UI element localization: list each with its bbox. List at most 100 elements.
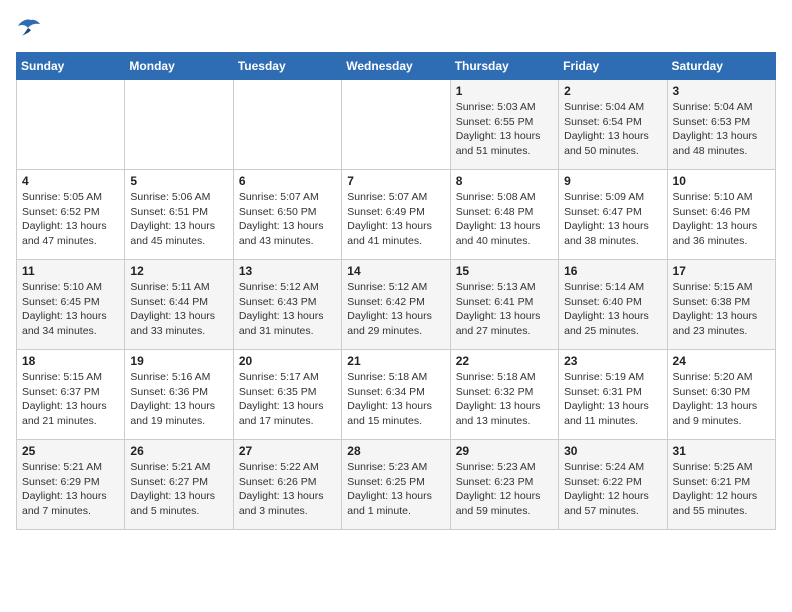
- column-header-saturday: Saturday: [667, 53, 775, 80]
- day-info: Sunrise: 5:03 AM Sunset: 6:55 PM Dayligh…: [456, 100, 553, 159]
- day-number: 6: [239, 174, 336, 188]
- day-info: Sunrise: 5:10 AM Sunset: 6:46 PM Dayligh…: [673, 190, 770, 249]
- day-info: Sunrise: 5:05 AM Sunset: 6:52 PM Dayligh…: [22, 190, 119, 249]
- calendar-cell: [17, 80, 125, 170]
- calendar-cell: 12Sunrise: 5:11 AM Sunset: 6:44 PM Dayli…: [125, 260, 233, 350]
- page-header: [16, 16, 776, 40]
- day-number: 9: [564, 174, 661, 188]
- day-number: 25: [22, 444, 119, 458]
- day-info: Sunrise: 5:10 AM Sunset: 6:45 PM Dayligh…: [22, 280, 119, 339]
- day-info: Sunrise: 5:12 AM Sunset: 6:43 PM Dayligh…: [239, 280, 336, 339]
- day-info: Sunrise: 5:22 AM Sunset: 6:26 PM Dayligh…: [239, 460, 336, 519]
- calendar-cell: 26Sunrise: 5:21 AM Sunset: 6:27 PM Dayli…: [125, 440, 233, 530]
- calendar-cell: 4 Sunrise: 5:05 AM Sunset: 6:52 PM Daylig…: [17, 170, 125, 260]
- calendar-cell: 29 Sunrise: 5:23 AM Sunset: 6:23 PM Dayli…: [450, 440, 558, 530]
- day-number: 30: [564, 444, 661, 458]
- logo-icon: [16, 16, 46, 40]
- calendar-cell: 14 Sunrise: 5:12 AM Sunset: 6:42 PM Dayli…: [342, 260, 450, 350]
- day-info: Sunrise: 5:07 AM Sunset: 6:49 PM Dayligh…: [347, 190, 444, 249]
- day-info: Sunrise: 5:07 AM Sunset: 6:50 PM Dayligh…: [239, 190, 336, 249]
- calendar-table: SundayMondayTuesdayWednesdayThursdayFrid…: [16, 52, 776, 530]
- day-number: 17: [673, 264, 770, 278]
- calendar-cell: 23 Sunrise: 5:19 AM Sunset: 6:31 PM Dayli…: [559, 350, 667, 440]
- column-header-tuesday: Tuesday: [233, 53, 341, 80]
- day-number: 27: [239, 444, 336, 458]
- calendar-cell: 16 Sunrise: 5:14 AM Sunset: 6:40 PM Dayli…: [559, 260, 667, 350]
- calendar-cell: [233, 80, 341, 170]
- calendar-cell: [125, 80, 233, 170]
- calendar-cell: 1 Sunrise: 5:03 AM Sunset: 6:55 PM Daylig…: [450, 80, 558, 170]
- day-number: 14: [347, 264, 444, 278]
- day-info: Sunrise: 5:08 AM Sunset: 6:48 PM Dayligh…: [456, 190, 553, 249]
- day-number: 8: [456, 174, 553, 188]
- day-info: Sunrise: 5:19 AM Sunset: 6:31 PM Dayligh…: [564, 370, 661, 429]
- day-number: 23: [564, 354, 661, 368]
- calendar-cell: 2Sunrise: 5:04 AM Sunset: 6:54 PM Daylig…: [559, 80, 667, 170]
- day-number: 5: [130, 174, 227, 188]
- day-number: 31: [673, 444, 770, 458]
- calendar-cell: 3Sunrise: 5:04 AM Sunset: 6:53 PM Daylig…: [667, 80, 775, 170]
- day-number: 18: [22, 354, 119, 368]
- calendar-cell: 20 Sunrise: 5:17 AM Sunset: 6:35 PM Dayli…: [233, 350, 341, 440]
- calendar-cell: 6 Sunrise: 5:07 AM Sunset: 6:50 PM Daylig…: [233, 170, 341, 260]
- calendar-cell: 30 Sunrise: 5:24 AM Sunset: 6:22 PM Dayli…: [559, 440, 667, 530]
- day-info: Sunrise: 5:23 AM Sunset: 6:23 PM Dayligh…: [456, 460, 553, 519]
- logo: [16, 16, 50, 40]
- calendar-cell: 28 Sunrise: 5:23 AM Sunset: 6:25 PM Dayli…: [342, 440, 450, 530]
- day-info: Sunrise: 5:09 AM Sunset: 6:47 PM Dayligh…: [564, 190, 661, 249]
- day-info: Sunrise: 5:15 AM Sunset: 6:37 PM Dayligh…: [22, 370, 119, 429]
- day-number: 1: [456, 84, 553, 98]
- calendar-cell: 8 Sunrise: 5:08 AM Sunset: 6:48 PM Daylig…: [450, 170, 558, 260]
- day-number: 24: [673, 354, 770, 368]
- day-number: 16: [564, 264, 661, 278]
- day-number: 21: [347, 354, 444, 368]
- day-info: Sunrise: 5:21 AM Sunset: 6:29 PM Dayligh…: [22, 460, 119, 519]
- day-number: 19: [130, 354, 227, 368]
- day-number: 12: [130, 264, 227, 278]
- day-info: Sunrise: 5:25 AM Sunset: 6:21 PM Dayligh…: [673, 460, 770, 519]
- day-number: 28: [347, 444, 444, 458]
- day-number: 15: [456, 264, 553, 278]
- day-info: Sunrise: 5:15 AM Sunset: 6:38 PM Dayligh…: [673, 280, 770, 339]
- day-info: Sunrise: 5:13 AM Sunset: 6:41 PM Dayligh…: [456, 280, 553, 339]
- day-number: 10: [673, 174, 770, 188]
- day-info: Sunrise: 5:18 AM Sunset: 6:32 PM Dayligh…: [456, 370, 553, 429]
- day-number: 4: [22, 174, 119, 188]
- calendar-cell: 15 Sunrise: 5:13 AM Sunset: 6:41 PM Dayli…: [450, 260, 558, 350]
- column-header-sunday: Sunday: [17, 53, 125, 80]
- day-number: 2: [564, 84, 661, 98]
- calendar-week-4: 18 Sunrise: 5:15 AM Sunset: 6:37 PM Dayli…: [17, 350, 776, 440]
- calendar-cell: 11 Sunrise: 5:10 AM Sunset: 6:45 PM Dayli…: [17, 260, 125, 350]
- calendar-cell: 22Sunrise: 5:18 AM Sunset: 6:32 PM Dayli…: [450, 350, 558, 440]
- calendar-cell: 18 Sunrise: 5:15 AM Sunset: 6:37 PM Dayli…: [17, 350, 125, 440]
- day-number: 11: [22, 264, 119, 278]
- calendar-body: 1 Sunrise: 5:03 AM Sunset: 6:55 PM Daylig…: [17, 80, 776, 530]
- day-info: Sunrise: 5:18 AM Sunset: 6:34 PM Dayligh…: [347, 370, 444, 429]
- day-number: 7: [347, 174, 444, 188]
- calendar-cell: 24Sunrise: 5:20 AM Sunset: 6:30 PM Dayli…: [667, 350, 775, 440]
- calendar-cell: 10 Sunrise: 5:10 AM Sunset: 6:46 PM Dayli…: [667, 170, 775, 260]
- day-info: Sunrise: 5:12 AM Sunset: 6:42 PM Dayligh…: [347, 280, 444, 339]
- day-info: Sunrise: 5:21 AM Sunset: 6:27 PM Dayligh…: [130, 460, 227, 519]
- calendar-cell: 7 Sunrise: 5:07 AM Sunset: 6:49 PM Daylig…: [342, 170, 450, 260]
- day-info: Sunrise: 5:17 AM Sunset: 6:35 PM Dayligh…: [239, 370, 336, 429]
- calendar-cell: 9 Sunrise: 5:09 AM Sunset: 6:47 PM Daylig…: [559, 170, 667, 260]
- day-info: Sunrise: 5:24 AM Sunset: 6:22 PM Dayligh…: [564, 460, 661, 519]
- day-info: Sunrise: 5:16 AM Sunset: 6:36 PM Dayligh…: [130, 370, 227, 429]
- day-info: Sunrise: 5:14 AM Sunset: 6:40 PM Dayligh…: [564, 280, 661, 339]
- calendar-header-row: SundayMondayTuesdayWednesdayThursdayFrid…: [17, 53, 776, 80]
- column-header-monday: Monday: [125, 53, 233, 80]
- calendar-week-3: 11 Sunrise: 5:10 AM Sunset: 6:45 PM Dayli…: [17, 260, 776, 350]
- calendar-cell: [342, 80, 450, 170]
- calendar-week-5: 25 Sunrise: 5:21 AM Sunset: 6:29 PM Dayli…: [17, 440, 776, 530]
- column-header-wednesday: Wednesday: [342, 53, 450, 80]
- day-number: 29: [456, 444, 553, 458]
- calendar-cell: 13Sunrise: 5:12 AM Sunset: 6:43 PM Dayli…: [233, 260, 341, 350]
- day-info: Sunrise: 5:23 AM Sunset: 6:25 PM Dayligh…: [347, 460, 444, 519]
- calendar-cell: 27 Sunrise: 5:22 AM Sunset: 6:26 PM Dayli…: [233, 440, 341, 530]
- column-header-thursday: Thursday: [450, 53, 558, 80]
- calendar-cell: 21 Sunrise: 5:18 AM Sunset: 6:34 PM Dayli…: [342, 350, 450, 440]
- day-info: Sunrise: 5:06 AM Sunset: 6:51 PM Dayligh…: [130, 190, 227, 249]
- column-header-friday: Friday: [559, 53, 667, 80]
- day-number: 20: [239, 354, 336, 368]
